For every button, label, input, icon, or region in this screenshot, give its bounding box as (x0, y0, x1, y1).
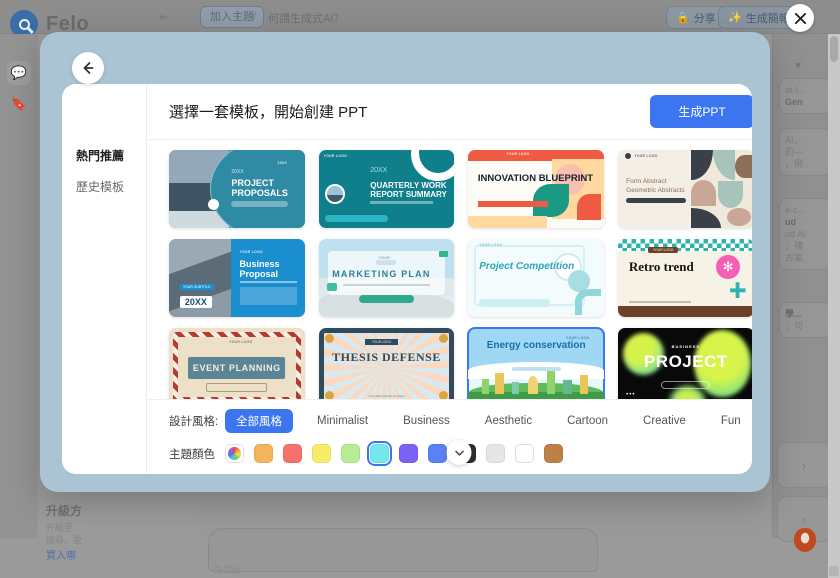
template-title: Business Proposal (239, 259, 280, 280)
template-card-project-competition[interactable]: YOUR LOGO Project Competition (468, 239, 605, 317)
template-card-project-proposals[interactable]: 20XX PROJECT PROPOSALS 20XX (169, 150, 305, 228)
template-title: QUARTERLY WORK REPORT SUMMARY (370, 181, 447, 200)
breadcrumb-title: 何謂生成式AI？ (268, 13, 345, 25)
style-option-all[interactable]: 全部風格 (225, 409, 293, 433)
app-root: Felo ⇤ 加入主題 / 何謂生成式AI？ 🔒 分享 ✨ 生成簡報 💬 🔖 升… (0, 0, 840, 578)
template-card-energy-conservation[interactable]: YOUR LOGO Energy conservation (467, 327, 606, 399)
show-more-templates-button[interactable] (446, 440, 472, 465)
style-filter-label: 設計風格: (169, 416, 219, 428)
template-title: Energy conservation (486, 340, 586, 352)
template-card-business-proposal[interactable]: YOUR LOGO Business Proposal 20XX YOUR SU… (169, 239, 305, 317)
template-title: EVENT PLANNING (192, 363, 281, 374)
sidebar-item-history[interactable]: 歷史模板 (62, 171, 146, 202)
template-title: PROJECT PROPOSALS (231, 178, 288, 199)
source-card[interactable]: 學... ，司 (779, 302, 831, 338)
filters-section: 設計風格: 全部風格 Minimalist Business Aesthetic… (147, 399, 752, 474)
composer-hint: 免費版 (214, 565, 242, 575)
color-swatch-white[interactable] (515, 444, 534, 463)
template-card-innovation-blueprint[interactable]: YOUR LOGO INNOVATION BLUEPRINT (468, 150, 605, 228)
background-icon-rail: 💬 🔖 (0, 34, 38, 538)
next-card-button[interactable]: › (777, 442, 831, 488)
daruma-sticker-icon (794, 528, 816, 552)
page-scrollbar[interactable] (828, 34, 840, 578)
template-card-event-planning[interactable]: YOUR LOGO EVENT PLANNING (169, 328, 305, 399)
style-option-business[interactable]: Business (392, 411, 461, 431)
scrollbar-end-button[interactable] (829, 566, 839, 576)
template-chooser-dialog: 熱門推薦 歷史模板 選擇一套模板，開始創建 PPT 生成PPT 20XX PRO… (40, 32, 770, 492)
template-card-quarterly-report[interactable]: YOUR LOGO 20XX QUARTERLY WORK REPORT SUM… (318, 150, 455, 228)
template-card-marketing-plan[interactable]: YOUR MARKETING PLAN (318, 239, 455, 317)
template-title: THESIS DEFENSE (332, 349, 441, 364)
style-option-aesthetic[interactable]: Aesthetic (474, 411, 543, 431)
style-option-minimalist[interactable]: Minimalist (306, 411, 379, 431)
background-topbar: Felo ⇤ 加入主題 / 何謂生成式AI？ 🔒 分享 ✨ 生成簡報 (0, 0, 840, 38)
color-swatch-purple[interactable] (399, 444, 418, 463)
dialog-panel: 熱門推薦 歷史模板 選擇一套模板，開始創建 PPT 生成PPT 20XX PRO… (62, 84, 752, 474)
close-dialog-button[interactable] (786, 4, 814, 32)
sidebar-item-popular[interactable]: 熱門推薦 (62, 140, 146, 171)
back-button[interactable] (72, 52, 104, 84)
scrollbar-thumb[interactable] (830, 36, 838, 62)
generate-ppt-button[interactable]: 生成PPT (650, 95, 752, 128)
template-card-thesis-defense[interactable]: YOUR LOGO THESIS DEFENSE Your slide subt… (318, 328, 455, 399)
style-option-fun[interactable]: Fun (710, 411, 752, 431)
style-option-cartoon[interactable]: Cartoon (556, 411, 619, 431)
breadcrumb-separator: / (253, 9, 257, 23)
color-swatch-light-gray[interactable] (486, 444, 505, 463)
upgrade-subtitle-line2: 搜尋，更 (46, 535, 83, 545)
background-right-panel: ▾ at-l... Gen AI， 的— ，例... e-c... ud ud … (772, 34, 831, 542)
color-swatch-blue[interactable] (428, 444, 447, 463)
close-icon (794, 12, 806, 24)
color-swatch-green[interactable] (341, 444, 360, 463)
magic-wand-icon: ✨ (728, 12, 742, 24)
template-title: INNOVATION BLUEPRINT (477, 173, 594, 185)
upgrade-title: 升級方 (46, 504, 83, 518)
source-card[interactable]: AI， 的— ，例... (779, 128, 831, 176)
collapse-right-panel-icon[interactable]: ▾ (795, 58, 801, 72)
color-filter-label: 主題顏色 (169, 448, 215, 461)
share-button-label: 分享 (693, 12, 716, 25)
dialog-header: 選擇一套模板，開始創建 PPT 生成PPT (147, 84, 752, 140)
back-arrow-icon (83, 62, 94, 74)
new-chat-icon[interactable]: 💬 (7, 61, 31, 85)
template-card-form-abstract[interactable]: YOUR LOGO Form Abstract Geometric Abstra… (618, 150, 752, 228)
style-option-creative[interactable]: Creative (632, 411, 697, 431)
bookmark-icon[interactable]: 🔖 (7, 92, 31, 116)
sidebar-collapse-icon[interactable]: ⇤ (160, 10, 170, 24)
template-grid-wrapper: 20XX PROJECT PROPOSALS 20XX YOUR LOGO 20… (147, 140, 752, 399)
color-swatch-orange[interactable] (254, 444, 273, 463)
template-card-retro-trend[interactable]: YOUR LOGO Retro trend ✻ (618, 239, 752, 317)
template-title: Form Abstract Geometric Abstracts (626, 177, 685, 194)
color-swatch-yellow[interactable] (312, 444, 331, 463)
template-title: Project Competition (479, 260, 575, 272)
template-grid: 20XX PROJECT PROPOSALS 20XX YOUR LOGO 20… (169, 150, 752, 399)
template-title: Retro trend (628, 259, 694, 275)
color-swatch-red[interactable] (283, 444, 302, 463)
color-swatch-brown[interactable] (544, 444, 563, 463)
dialog-main: 選擇一套模板，開始創建 PPT 生成PPT 20XX PROJECT PROPO… (147, 84, 752, 474)
message-composer[interactable] (208, 528, 598, 572)
style-options: 全部風格 Minimalist Business Aesthetic Carto… (225, 409, 752, 433)
page-title: 選擇一套模板，開始創建 PPT (169, 104, 368, 121)
template-card-business-project[interactable]: BUSINESS PROJECT ••• (618, 328, 752, 399)
color-swatch-rainbow[interactable] (225, 444, 244, 463)
chevron-down-icon (455, 450, 464, 456)
style-filter-row: 設計風格: 全部風格 Minimalist Business Aesthetic… (169, 409, 752, 433)
color-swatch-cyan[interactable] (367, 441, 392, 466)
template-title: PROJECT (643, 352, 728, 372)
source-card[interactable]: at-l... Gen (779, 78, 831, 114)
share-button[interactable]: 🔒 分享 (666, 6, 726, 29)
upgrade-link[interactable]: 買入哪 (46, 547, 76, 562)
dialog-side-nav: 熱門推薦 歷史模板 (62, 84, 147, 474)
lock-icon: 🔒 (676, 12, 690, 24)
color-swatches (225, 441, 563, 466)
template-title: MARKETING PLAN (332, 268, 431, 279)
generate-slides-label: 生成簡報 (745, 12, 790, 25)
source-card[interactable]: e-c... ud ud AI ，禮 方案... (779, 198, 831, 270)
